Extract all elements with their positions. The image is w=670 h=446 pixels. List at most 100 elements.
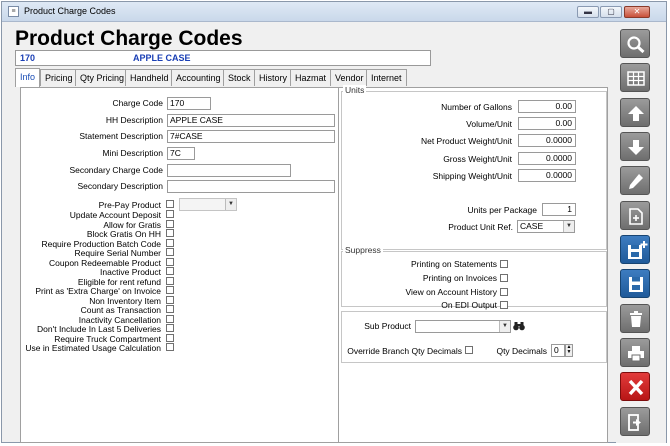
app-icon[interactable]: ≡	[8, 6, 19, 17]
inactive-product-checkbox[interactable]	[166, 267, 174, 275]
tab-internet[interactable]: Internet	[366, 69, 407, 86]
non-inventory-label: Non Inventory Item	[89, 295, 161, 306]
secondary-description-input[interactable]	[167, 180, 335, 193]
pre-pay-product-checkbox[interactable]	[166, 200, 174, 208]
allow-for-gratis-checkbox[interactable]	[166, 220, 174, 228]
grid-button[interactable]	[620, 63, 650, 92]
truck-compartment-label: Require Truck Compartment	[54, 333, 161, 344]
product-unit-ref-select[interactable]: CASE ▼	[517, 220, 575, 233]
hh-description-input[interactable]: APPLE CASE	[167, 114, 335, 127]
title-bar: ≡ Product Charge Codes ▬ ▢ ✕	[2, 2, 666, 22]
product-unit-ref-label: Product Unit Ref.	[448, 222, 513, 232]
minimize-button[interactable]: ▬	[577, 6, 599, 18]
hh-description-label: HH Description	[105, 115, 163, 125]
suppress-edi-checkbox[interactable]	[500, 301, 508, 309]
binoculars-icon[interactable]	[513, 321, 525, 331]
require-serial-label: Require Serial Number	[74, 248, 161, 258]
tab-pricing[interactable]: Pricing	[40, 69, 78, 86]
qty-decimals-spinner[interactable]: ▲ ▼	[565, 344, 573, 357]
coupon-redeemable-checkbox[interactable]	[166, 258, 174, 266]
count-transaction-label: Count as Transaction	[80, 305, 161, 315]
tab-accounting[interactable]: Accounting	[171, 69, 226, 86]
mini-description-input[interactable]: 7C	[167, 147, 195, 160]
override-qty-decimals-checkbox[interactable]	[465, 346, 473, 354]
tab-info[interactable]: Info	[15, 68, 41, 87]
exit-button[interactable]	[620, 407, 650, 436]
non-inventory-checkbox[interactable]	[166, 296, 174, 304]
volume-unit-input[interactable]: 0.00	[518, 117, 576, 130]
override-qty-decimals-label: Override Branch Qty Decimals	[347, 346, 462, 356]
estimated-usage-checkbox[interactable]	[166, 343, 174, 351]
qty-decimals-label: Qty Decimals	[496, 346, 547, 356]
allow-for-gratis-label: Allow for Gratis	[103, 219, 161, 230]
gross-weight-input[interactable]: 0.0000	[518, 152, 576, 165]
update-account-deposit-checkbox[interactable]	[166, 210, 174, 218]
tab-history[interactable]: History	[254, 69, 293, 86]
app-window: ≡ Product Charge Codes ▬ ▢ ✕ Product Cha…	[1, 1, 667, 443]
rent-refund-checkbox[interactable]	[166, 277, 174, 285]
number-of-gallons-label: Number of Gallons	[441, 102, 512, 112]
net-weight-label: Net Product Weight/Unit	[420, 136, 512, 146]
chevron-down-icon: ▼	[499, 321, 510, 332]
inactivity-cancellation-checkbox[interactable]	[166, 315, 174, 323]
secondary-charge-code-input[interactable]	[167, 164, 291, 177]
save-icon	[629, 277, 643, 292]
tab-handheld[interactable]: Handheld	[125, 69, 174, 86]
statement-description-input[interactable]: 7#CASE	[167, 130, 335, 143]
next-record-button[interactable]	[620, 132, 650, 161]
extra-charge-checkbox[interactable]	[166, 286, 174, 294]
search-button[interactable]	[620, 29, 650, 58]
maximize-button[interactable]: ▢	[600, 6, 622, 18]
last-5-deliveries-label: Don't Include In Last 5 Deliveries	[37, 324, 161, 334]
close-window-button[interactable]: ✕	[624, 6, 650, 18]
delete-button[interactable]	[620, 304, 650, 333]
coupon-redeemable-label: Coupon Redeemable Product	[49, 257, 161, 268]
window-title: Product Charge Codes	[24, 6, 116, 16]
units-per-package-input[interactable]: 1	[542, 203, 576, 216]
number-of-gallons-input[interactable]: 0.00	[518, 100, 576, 113]
new-record-button[interactable]	[620, 201, 650, 230]
require-batch-code-label: Require Production Batch Code	[41, 238, 161, 249]
block-gratis-checkbox[interactable]	[166, 229, 174, 237]
suppress-invoices-label: Printing on Invoices	[422, 273, 497, 283]
save-new-icon	[628, 241, 648, 259]
suppress-history-label: View on Account History	[405, 287, 498, 297]
product-unit-ref-value: CASE	[520, 221, 544, 231]
suppress-statements-checkbox[interactable]	[500, 260, 508, 268]
net-weight-input[interactable]: 0.0000	[518, 134, 576, 147]
tab-vendor[interactable]: Vendor	[330, 69, 369, 86]
right-toolbar	[616, 23, 666, 443]
charge-code-input[interactable]: 170	[167, 97, 211, 110]
record-description: APPLE CASE	[133, 53, 191, 63]
tab-hazmat[interactable]: Hazmat	[290, 69, 332, 86]
shipping-weight-input[interactable]: 0.0000	[518, 169, 576, 182]
sub-product-select[interactable]: ▼	[415, 320, 511, 333]
previous-record-button[interactable]	[620, 98, 650, 127]
print-button[interactable]	[620, 338, 650, 367]
suppress-invoices-checkbox[interactable]	[500, 274, 508, 282]
tab-stock[interactable]: Stock	[223, 69, 256, 86]
trash-icon	[630, 311, 642, 327]
cancel-button[interactable]	[620, 372, 650, 401]
estimated-usage-label: Use in Estimated Usage Calculation	[25, 343, 161, 353]
last-5-deliveries-checkbox[interactable]	[166, 324, 174, 332]
tab-qty-pricing[interactable]: Qty Pricing	[75, 69, 130, 86]
qty-decimals-input[interactable]: 0	[551, 344, 565, 357]
inactivity-cancellation-label: Inactivity Cancellation	[78, 314, 161, 325]
save-new-button[interactable]	[620, 235, 650, 264]
arrow-up-icon	[628, 106, 644, 121]
inactive-product-label: Inactive Product	[100, 267, 161, 277]
charge-code-label: Charge Code	[112, 98, 163, 108]
count-transaction-checkbox[interactable]	[166, 305, 174, 313]
suppress-edi-label: On EDI Output	[441, 300, 497, 310]
suppress-history-checkbox[interactable]	[500, 288, 508, 296]
secondary-description-label: Secondary Description	[77, 181, 163, 191]
pre-pay-product-select[interactable]: ▼	[179, 198, 237, 211]
grid-icon	[627, 71, 645, 86]
save-button[interactable]	[620, 269, 650, 298]
require-serial-checkbox[interactable]	[166, 248, 174, 256]
truck-compartment-checkbox[interactable]	[166, 334, 174, 342]
edit-button[interactable]	[620, 166, 650, 195]
extra-charge-label: Print as 'Extra Charge' on Invoice	[35, 286, 161, 296]
require-batch-code-checkbox[interactable]	[166, 239, 174, 247]
